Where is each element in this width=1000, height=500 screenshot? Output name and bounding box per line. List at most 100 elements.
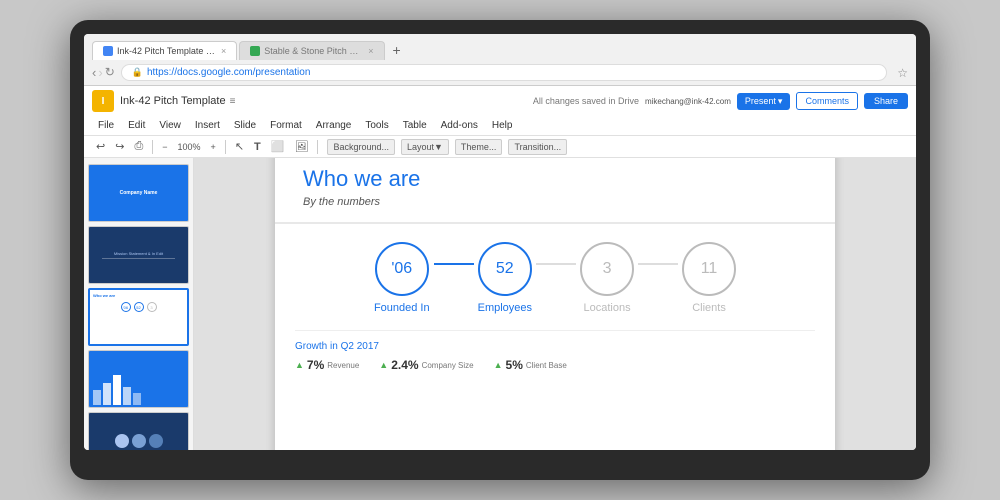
stat-clients: 11 Clients	[682, 242, 736, 314]
menu-table[interactable]: Table	[397, 118, 433, 133]
slides-title-right: All changes saved in Drive mikechang@ink…	[533, 92, 908, 110]
tab-label-2: Stable & Stone Pitch Deck -...	[264, 46, 364, 56]
stat-value-employees: 52	[496, 260, 514, 278]
bookmark-icon[interactable]: ☆	[897, 66, 908, 80]
stat-label-founded: Founded In	[374, 302, 430, 314]
address-bar-input[interactable]: 🔒 https://docs.google.com/presentation	[121, 64, 887, 81]
stat-label-locations: Locations	[583, 302, 630, 314]
menu-tools[interactable]: Tools	[359, 118, 394, 133]
thumb-4-chart	[89, 351, 188, 407]
zoom-level[interactable]: 100%	[174, 140, 205, 154]
logo-letter: I	[102, 96, 105, 107]
stat-circle-founded: '06	[375, 242, 429, 296]
cursor-icon[interactable]: ↖	[231, 138, 248, 155]
back-button[interactable]: ‹	[92, 65, 96, 80]
company-size-arrow: ▲	[379, 360, 388, 370]
forward-button[interactable]: ›	[98, 65, 102, 80]
thumb-1-content: Company Name	[116, 186, 162, 200]
nav-arrows: ‹ › ↻	[92, 65, 115, 80]
slides-panel: Company Name Mission Statement & In Edit…	[84, 158, 194, 450]
menu-edit[interactable]: Edit	[122, 118, 151, 133]
slide-thumb-2[interactable]: Mission Statement & In Edit	[88, 226, 189, 284]
slides-content: Company Name Mission Statement & In Edit…	[84, 158, 916, 450]
divider-3	[317, 140, 318, 154]
menu-format[interactable]: Format	[264, 118, 308, 133]
doc-settings-icon[interactable]: ≡	[230, 96, 236, 107]
image-icon[interactable]: 🖼	[290, 138, 312, 155]
menu-insert[interactable]: Insert	[189, 118, 226, 133]
present-label: Present	[745, 96, 776, 106]
refresh-button[interactable]: ↻	[105, 65, 115, 80]
menu-slide[interactable]: Slide	[228, 118, 262, 133]
slides-menu-bar: File Edit View Insert Slide Format Arran…	[84, 116, 916, 135]
layout-button[interactable]: Layout▼	[401, 139, 449, 155]
growth-title: Growth in Q2 2017	[295, 341, 815, 352]
background-button[interactable]: Background...	[327, 139, 395, 155]
browser-tab-inactive[interactable]: Stable & Stone Pitch Deck -... ×	[239, 41, 384, 60]
menu-file[interactable]: File	[92, 118, 120, 133]
thumb-3-circle1: '06	[121, 302, 131, 312]
print-icon[interactable]: ⎙	[130, 138, 147, 155]
stat-circle-locations: 3	[580, 242, 634, 296]
slide-thumb-1[interactable]: Company Name	[88, 164, 189, 222]
transition-button[interactable]: Transition...	[508, 139, 567, 155]
theme-button[interactable]: Theme...	[455, 139, 503, 155]
thumb-5-face2	[132, 434, 146, 448]
client-base-desc: Client Base	[526, 361, 567, 370]
stat-value-locations: 3	[603, 260, 612, 278]
zoom-in-icon[interactable]: +	[207, 140, 220, 154]
tab-close-1[interactable]: ×	[221, 46, 226, 56]
menu-view[interactable]: View	[153, 118, 187, 133]
share-button[interactable]: Share	[864, 93, 908, 109]
comments-button[interactable]: Comments	[796, 92, 858, 110]
browser-top-bar: Ink-42 Pitch Template - Doc... × Stable …	[84, 34, 916, 60]
thumb-3-circle3: 3	[147, 302, 157, 312]
menu-help[interactable]: Help	[486, 118, 519, 133]
tab-favicon-1	[103, 46, 113, 56]
thumb-3-title: Who we are	[93, 293, 184, 298]
growth-metric-revenue: ▲ 7% Revenue	[295, 358, 359, 372]
slides-logo: I	[92, 90, 114, 112]
browser-tabs: Ink-42 Pitch Template - Doc... × Stable …	[92, 40, 908, 60]
redo-icon[interactable]: ↪	[111, 138, 128, 155]
slide-thumb-3[interactable]: Who we are '06 52 3	[88, 288, 189, 346]
device-screen: Ink-42 Pitch Template - Doc... × Stable …	[84, 34, 916, 450]
text-icon[interactable]: T	[250, 139, 265, 155]
zoom-out-icon[interactable]: −	[158, 140, 171, 154]
tab-label-1: Ink-42 Pitch Template - Doc...	[117, 46, 217, 56]
present-button[interactable]: Present ▾	[737, 93, 791, 110]
undo-icon[interactable]: ↩	[92, 138, 109, 155]
connector-1	[434, 263, 474, 265]
shape-icon[interactable]: ⬜	[267, 138, 289, 155]
doc-title[interactable]: Ink-42 Pitch Template	[120, 95, 226, 107]
slides-toolbar: I Ink-42 Pitch Template ≡ All changes sa…	[84, 86, 916, 158]
thumb-5-face1	[115, 434, 129, 448]
slide-body: '06 Founded In 52 Employees	[275, 224, 835, 450]
browser-address-bar: ‹ › ↻ 🔒 https://docs.google.com/presenta…	[84, 60, 916, 85]
user-email: mikechang@ink-42.com	[645, 97, 731, 106]
revenue-arrow: ▲	[295, 360, 304, 370]
growth-metrics: ▲ 7% Revenue ▲ 2.4% Company Size	[295, 358, 815, 372]
divider-1	[152, 140, 153, 154]
thumb-5-face3	[149, 434, 163, 448]
saved-status: All changes saved in Drive	[533, 96, 639, 106]
stats-row: '06 Founded In 52 Employees	[295, 242, 815, 314]
stat-circle-clients: 11	[682, 242, 736, 296]
stat-founded: '06 Founded In	[374, 242, 430, 314]
slide-title: Who we are	[303, 166, 807, 192]
lock-icon: 🔒	[132, 67, 143, 78]
slides-title-bar: I Ink-42 Pitch Template ≡ All changes sa…	[84, 86, 916, 116]
new-tab-button[interactable]: +	[387, 40, 407, 60]
slides-icon-bar: ↩ ↪ ⎙ − 100% + ↖ T ⬜ 🖼 Background... Lay…	[84, 135, 916, 157]
tab-close-2[interactable]: ×	[368, 46, 373, 56]
growth-metric-company-size: ▲ 2.4% Company Size	[379, 358, 473, 372]
slide-thumb-4[interactable]	[88, 350, 189, 408]
menu-arrange[interactable]: Arrange	[310, 118, 358, 133]
url-text: https://docs.google.com/presentation	[147, 67, 310, 78]
slide-thumb-5[interactable]	[88, 412, 189, 450]
browser-tab-active[interactable]: Ink-42 Pitch Template - Doc... ×	[92, 41, 237, 60]
stat-employees: 52 Employees	[478, 242, 532, 314]
menu-addons[interactable]: Add-ons	[435, 118, 484, 133]
slide-header: Who we are By the numbers	[275, 158, 835, 224]
stat-circle-employees: 52	[478, 242, 532, 296]
